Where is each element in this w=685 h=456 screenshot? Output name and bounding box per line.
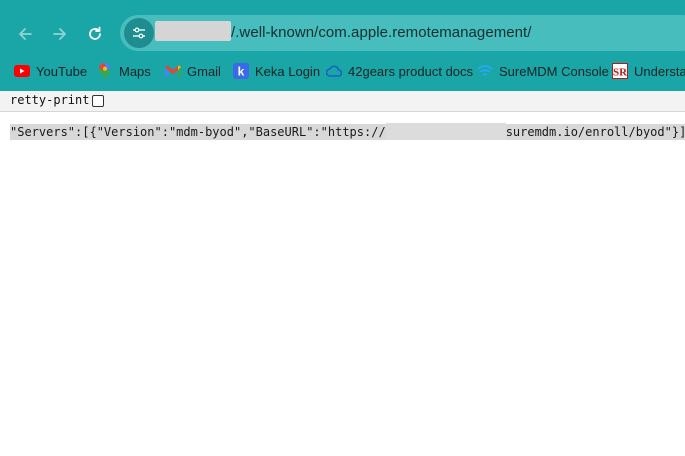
bookmark-youtube[interactable]: YouTube [14,58,87,84]
reload-button[interactable] [84,23,106,45]
bookmark-label: Gmail [187,63,221,79]
arrow-left-icon [19,28,32,40]
browser-toolbar: /.well-known/com.apple.remotemanagement/… [0,0,685,91]
youtube-icon [14,63,30,79]
bookmark-label: Keka Login [255,63,321,79]
bookmark-label: YouTube [36,63,88,79]
bookmark-understan[interactable]: SR Understan [612,58,685,84]
bookmark-keka-login[interactable]: k Keka Login [233,58,320,84]
pretty-print-checkbox[interactable] [92,95,104,107]
reload-icon [89,26,101,40]
site-info-button[interactable] [124,18,154,48]
keka-icon: k [233,63,249,79]
maps-icon [97,63,113,79]
bookmark-gmail[interactable]: Gmail [165,58,221,84]
url-redacted-host [155,21,231,41]
tune-icon [133,27,145,39]
json-text-prefix: "Servers":[{"Version":"mdm-byod","BaseUR… [10,123,386,140]
bookmarks-bar: YouTube Maps Gmail k Keka Login 42gears … [0,58,685,84]
wifi-icon [477,63,493,79]
gmail-icon [165,63,181,79]
bookmark-label: 42gears product docs [348,63,474,79]
bookmark-label: Maps [119,63,151,79]
arrow-right-icon [53,28,66,40]
bookmark-42gears-docs[interactable]: 42gears product docs [326,58,473,84]
forward-button[interactable] [49,23,71,45]
bookmark-maps[interactable]: Maps [97,58,151,84]
svg-text:SR: SR [613,67,628,79]
pretty-print-bar: retty-print [0,91,685,112]
json-content: "Servers":[{"Version":"mdm-byod","BaseUR… [10,123,685,140]
json-text-suffix: suremdm.io/enroll/byod"}]} [505,123,685,140]
svg-text:k: k [238,65,245,79]
address-bar-url[interactable]: /.well-known/com.apple.remotemanagement/ [231,24,531,41]
bookmark-label: SureMDM Console [499,63,609,79]
json-redacted-host [385,123,506,140]
bookmark-suremdm-console[interactable]: SureMDM Console [477,58,609,84]
pretty-print-label: retty-print [10,93,90,107]
bookmark-label: Understan [634,63,685,79]
sr-icon: SR [612,63,628,79]
back-button[interactable] [14,23,36,45]
cloud-icon [326,63,342,79]
